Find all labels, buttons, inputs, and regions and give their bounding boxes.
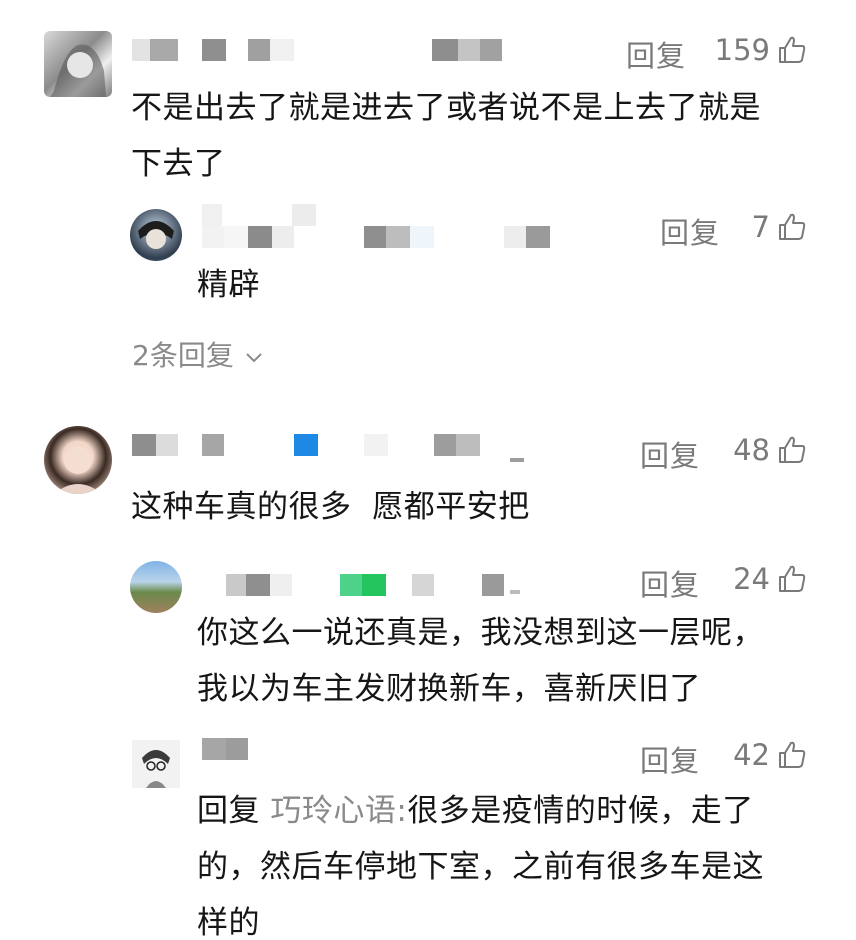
username-redacted[interactable] xyxy=(132,39,512,63)
like-count: 7 xyxy=(751,210,770,244)
reply-text: 你这么一说还真是，我没想到这一层呢， 我以为车主发财换新车，喜新厌旧了 xyxy=(197,605,797,717)
avatar[interactable] xyxy=(44,31,112,97)
avatar-illustration xyxy=(138,221,174,249)
reply-button[interactable]: 回复 xyxy=(640,433,700,475)
chevron-down-icon xyxy=(246,353,262,363)
reply-text: 精辟 xyxy=(197,267,260,303)
avatar-illustration xyxy=(50,44,106,97)
comment-text-line: 不是出去了就是进去了或者说不是上去了就是 xyxy=(131,90,761,126)
avatar[interactable] xyxy=(130,209,182,261)
reply-text-segment: 很多是疫情的时候，走了 xyxy=(407,793,754,829)
username-redacted[interactable] xyxy=(226,574,546,600)
thumbs-up-icon[interactable] xyxy=(777,740,807,770)
avatar[interactable] xyxy=(132,740,180,788)
reply-button[interactable]: 回复 xyxy=(660,210,720,252)
avatar-illustration xyxy=(142,750,170,788)
comment-text: 不是出去了就是进去了或者说不是上去了就是 下去了 xyxy=(131,80,811,192)
comment-thread: 回复 159 不是出去了就是进去了或者说不是上去了就是 下去了 回复 7 精辟 … xyxy=(0,0,856,940)
thumbs-up-icon[interactable] xyxy=(777,212,807,242)
comment-text-line: 下去了 xyxy=(131,146,226,182)
reply-button[interactable]: 回复 xyxy=(626,33,686,75)
avatar[interactable] xyxy=(44,426,112,494)
like-count: 159 xyxy=(714,33,770,67)
reply-button[interactable]: 回复 xyxy=(640,562,700,604)
thumbs-up-icon[interactable] xyxy=(777,564,807,594)
like-count: 48 xyxy=(733,433,770,467)
quoted-username[interactable]: 巧玲心语: xyxy=(270,793,407,829)
reply-text-line: 我以为车主发财换新车，喜新厌旧了 xyxy=(197,671,701,707)
reply-text-line: 样的 xyxy=(197,905,260,940)
reply-text-line: 回复 巧玲心语:很多是疫情的时候，走了 xyxy=(197,783,797,839)
reply-text-line: 你这么一说还真是，我没想到这一层呢， xyxy=(197,615,764,651)
reply-text-line: 的，然后车停地下室，之前有很多车是这 xyxy=(197,849,764,885)
username-redacted[interactable] xyxy=(202,738,252,760)
avatar[interactable] xyxy=(130,561,182,613)
like-count: 42 xyxy=(733,738,770,772)
more-replies-link[interactable]: 2条回复 xyxy=(132,334,263,374)
comment-text: 这种车真的很多 愿都平安把 xyxy=(131,489,530,525)
reply-text: 回复 巧玲心语:很多是疫情的时候，走了 的，然后车停地下室，之前有很多车是这 样… xyxy=(197,783,797,940)
username-redacted[interactable] xyxy=(202,204,562,252)
more-replies-label: 2条回复 xyxy=(132,339,234,372)
avatar-illustration xyxy=(54,446,102,494)
thumbs-up-icon[interactable] xyxy=(777,35,807,65)
reply-prefix: 回复 xyxy=(197,793,260,829)
reply-button[interactable]: 回复 xyxy=(640,738,700,780)
thumbs-up-icon[interactable] xyxy=(777,435,807,465)
like-count: 24 xyxy=(733,562,770,596)
username-redacted[interactable] xyxy=(132,434,532,466)
